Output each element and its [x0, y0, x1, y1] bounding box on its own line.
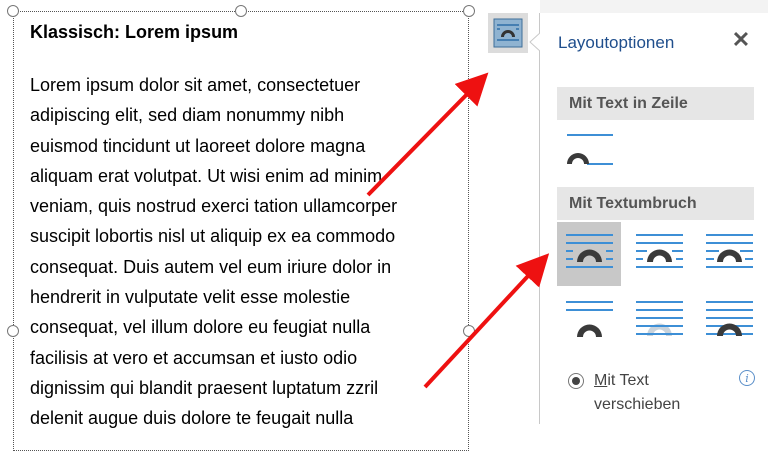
option-wrap-behind-text[interactable] [627, 290, 691, 354]
body-line: facilisis at vero et accumsan et iusto o… [30, 347, 358, 368]
body-line: consequat. Duis autem vel eum iriure dol… [30, 256, 392, 277]
body-line: suscipit lobortis nisl ut aliquip ex ea … [30, 226, 396, 247]
panel-pointer [529, 32, 541, 52]
document-heading: Klassisch: Lorem ipsum [30, 22, 239, 42]
option-wrap-in-front[interactable] [697, 290, 761, 354]
move-with-text-radio[interactable] [568, 373, 584, 389]
body-line: consequat, vel illum dolore eu feugiat n… [30, 317, 371, 338]
wrap-top-bottom-icon [566, 301, 613, 337]
panel-header-shade [540, 0, 768, 13]
radio-label-accesskey: M [594, 372, 608, 389]
resize-handle-top-left[interactable] [7, 5, 19, 17]
body-line: adipiscing elit, sed diam nonummy nibh [30, 105, 345, 126]
body-line: Lorem ipsum dolor sit amet, consectetuer [30, 75, 361, 95]
inline-with-text-icon [567, 134, 613, 165]
option-wrap-square[interactable] [557, 222, 621, 286]
body-line: veniam, quis nostrud exerci tation ullam… [30, 196, 398, 217]
resize-handle-middle-left[interactable] [7, 325, 19, 337]
resize-handle-top-right[interactable] [463, 5, 475, 17]
option-wrap-tight[interactable] [627, 222, 691, 286]
option-wrap-top-bottom[interactable] [557, 290, 621, 354]
wrap-square-icon [566, 234, 613, 268]
wrap-behind-text-icon [636, 301, 683, 336]
body-line: delenit augue duis dolore te feugait nul… [30, 408, 354, 429]
radio-label-part: it Text [607, 372, 649, 389]
layout-options-button[interactable] [488, 13, 528, 53]
info-icon[interactable]: i [739, 370, 755, 386]
resize-handle-middle-right[interactable] [463, 325, 475, 337]
resize-handle-top-center[interactable] [235, 5, 247, 17]
layout-options-panel: Layoutoptionen ✕ Mit Text in Zeile Mit T… [529, 13, 768, 424]
option-inline-with-text[interactable] [557, 125, 621, 189]
text-box[interactable]: Klassisch: Lorem ipsum Lorem ipsum dolor… [13, 11, 469, 451]
wrap-tight-icon [636, 234, 683, 268]
close-icon[interactable]: ✕ [728, 27, 754, 53]
body-line: dignissim qui blandit praesent luptatum … [30, 377, 379, 398]
radio-label-line2: verschieben [594, 396, 681, 413]
wrap-square-icon [493, 18, 523, 48]
move-with-text-label[interactable]: Mit Text verschieben [594, 369, 704, 417]
section-wrap-header: Mit Textumbruch [557, 187, 754, 220]
body-line: hendrerit in vulputate velit esse molest… [30, 287, 351, 308]
body-line: euismod tincidunt ut laoreet dolore magn… [30, 135, 366, 156]
section-inline-header: Mit Text in Zeile [557, 87, 754, 120]
wrap-through-icon [706, 234, 753, 268]
wrap-in-front-icon [706, 301, 753, 336]
body-line: aliquam erat volutpat. Ut wisi enim ad m… [30, 165, 383, 186]
option-wrap-through[interactable] [697, 222, 761, 286]
panel-title: Layoutoptionen [558, 33, 675, 52]
document-body: Lorem ipsum dolor sit amet, consectetuer… [30, 70, 462, 434]
